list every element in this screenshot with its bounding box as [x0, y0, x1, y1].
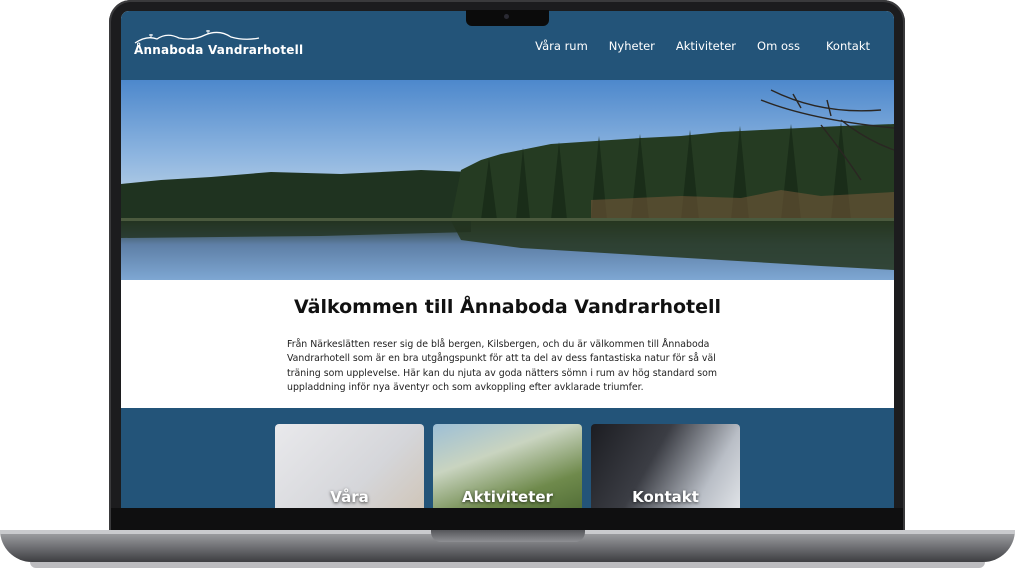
cards-section: Våra Aktiviteter Kontakt — [121, 408, 894, 508]
nav-link-about[interactable]: Om oss — [757, 39, 800, 53]
card-contact[interactable]: Kontakt — [591, 424, 740, 508]
card-contact-label: Kontakt — [632, 488, 699, 506]
card-rooms[interactable]: Våra — [275, 424, 424, 508]
card-activities-label: Aktiviteter — [462, 488, 553, 506]
laptop-hinge — [111, 508, 903, 530]
camera-icon — [504, 14, 509, 19]
nav-link-news[interactable]: Nyheter — [609, 39, 655, 53]
nav-link-activities[interactable]: Aktiviteter — [676, 39, 736, 53]
hero-image-lake-forest — [121, 80, 894, 280]
welcome-section: Välkommen till Ånnaboda Vandrarhotell Fr… — [121, 280, 894, 408]
main-nav: Våra rum Nyheter Aktiviteter Om oss Kont… — [514, 39, 870, 53]
welcome-text: Från Närkeslätten reser sig de blå berge… — [287, 339, 718, 393]
camera-notch — [466, 10, 549, 26]
logo-text: Ånnaboda Vandrarhotell — [134, 43, 304, 57]
laptop-screen: Ånnaboda Vandrarhotell Våra rum Nyheter … — [121, 11, 894, 508]
laptop-opening-groove — [431, 530, 585, 542]
card-activities[interactable]: Aktiviteter — [433, 424, 582, 508]
site-logo[interactable]: Ånnaboda Vandrarhotell — [133, 29, 303, 59]
card-rooms-label: Våra — [330, 488, 369, 506]
nav-link-contact[interactable]: Kontakt — [826, 39, 870, 53]
nav-link-rooms[interactable]: Våra rum — [535, 39, 588, 53]
laptop-shadow — [30, 562, 985, 568]
welcome-title: Välkommen till Ånnaboda Vandrarhotell — [293, 296, 722, 318]
